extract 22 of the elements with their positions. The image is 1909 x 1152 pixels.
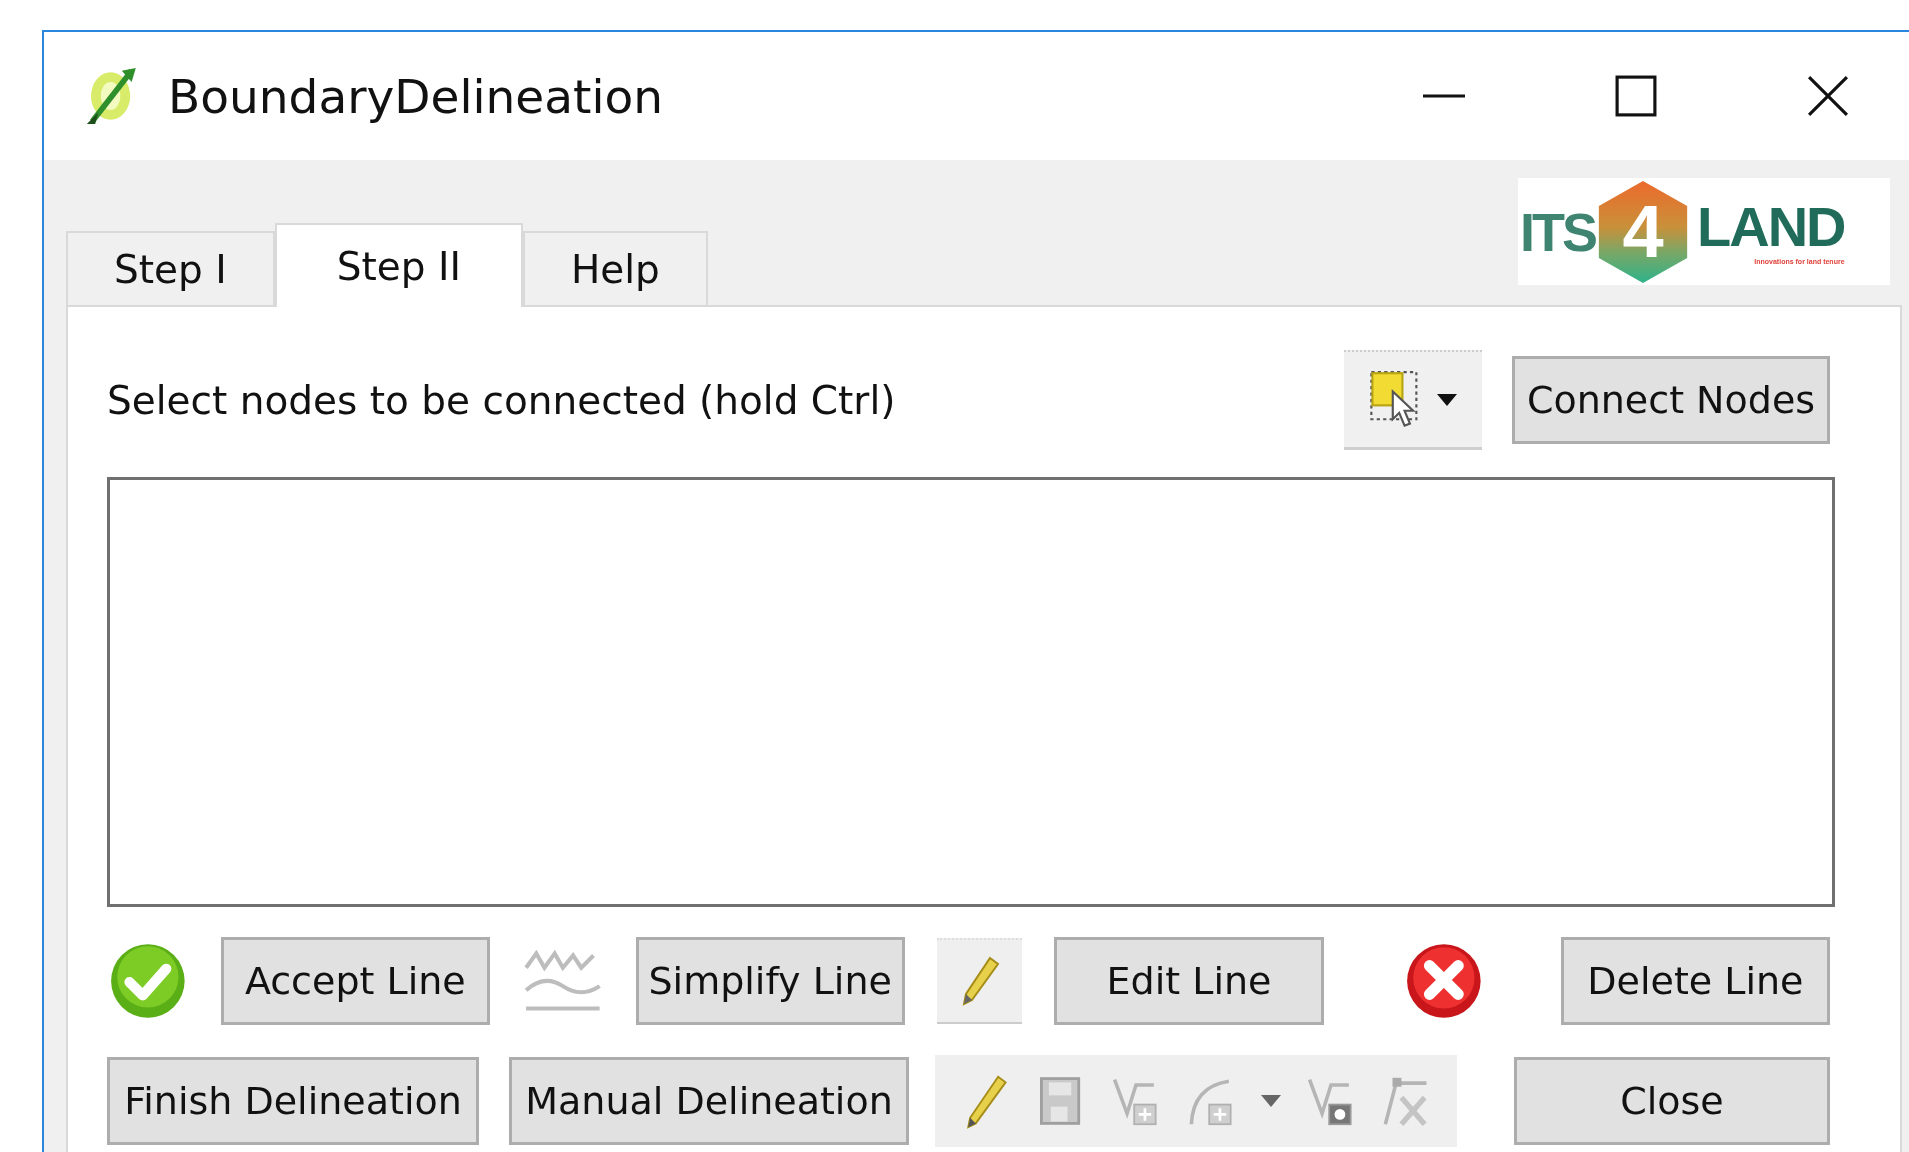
edit-line-button[interactable]: Edit Line <box>1054 937 1324 1025</box>
connect-nodes-button[interactable]: Connect Nodes <box>1512 356 1830 444</box>
simplify-line-button[interactable]: Simplify Line <box>635 937 905 1025</box>
close-icon[interactable] <box>1807 75 1849 117</box>
manual-delineation-button[interactable]: Manual Delineation <box>509 1057 909 1145</box>
caret-icon[interactable] <box>1260 1095 1281 1107</box>
tab[interactable]: Step II <box>274 223 523 307</box>
accept-line-button[interactable]: Accept Line <box>220 937 490 1025</box>
logo-text: LAND <box>1697 196 1845 257</box>
tab[interactable]: Help <box>522 231 708 305</box>
select-tool-button[interactable] <box>1344 350 1482 450</box>
caret-icon <box>1437 393 1457 406</box>
logo-text: ITS <box>1520 200 1595 263</box>
finish-delineation-button[interactable]: Finish Delineation <box>107 1057 479 1145</box>
instruction-text: Select nodes to be connected (hold Ctrl) <box>107 377 896 423</box>
tab[interactable]: Step I <box>66 231 275 305</box>
pencil-button[interactable] <box>936 938 1023 1024</box>
maximize-icon[interactable] <box>1615 75 1657 117</box>
logo-text: 4 <box>1622 194 1664 269</box>
close-button[interactable]: Close <box>1514 1057 1830 1145</box>
delete-line-button[interactable]: Delete Line <box>1560 937 1830 1025</box>
window-title: BoundaryDelineation <box>168 68 664 124</box>
